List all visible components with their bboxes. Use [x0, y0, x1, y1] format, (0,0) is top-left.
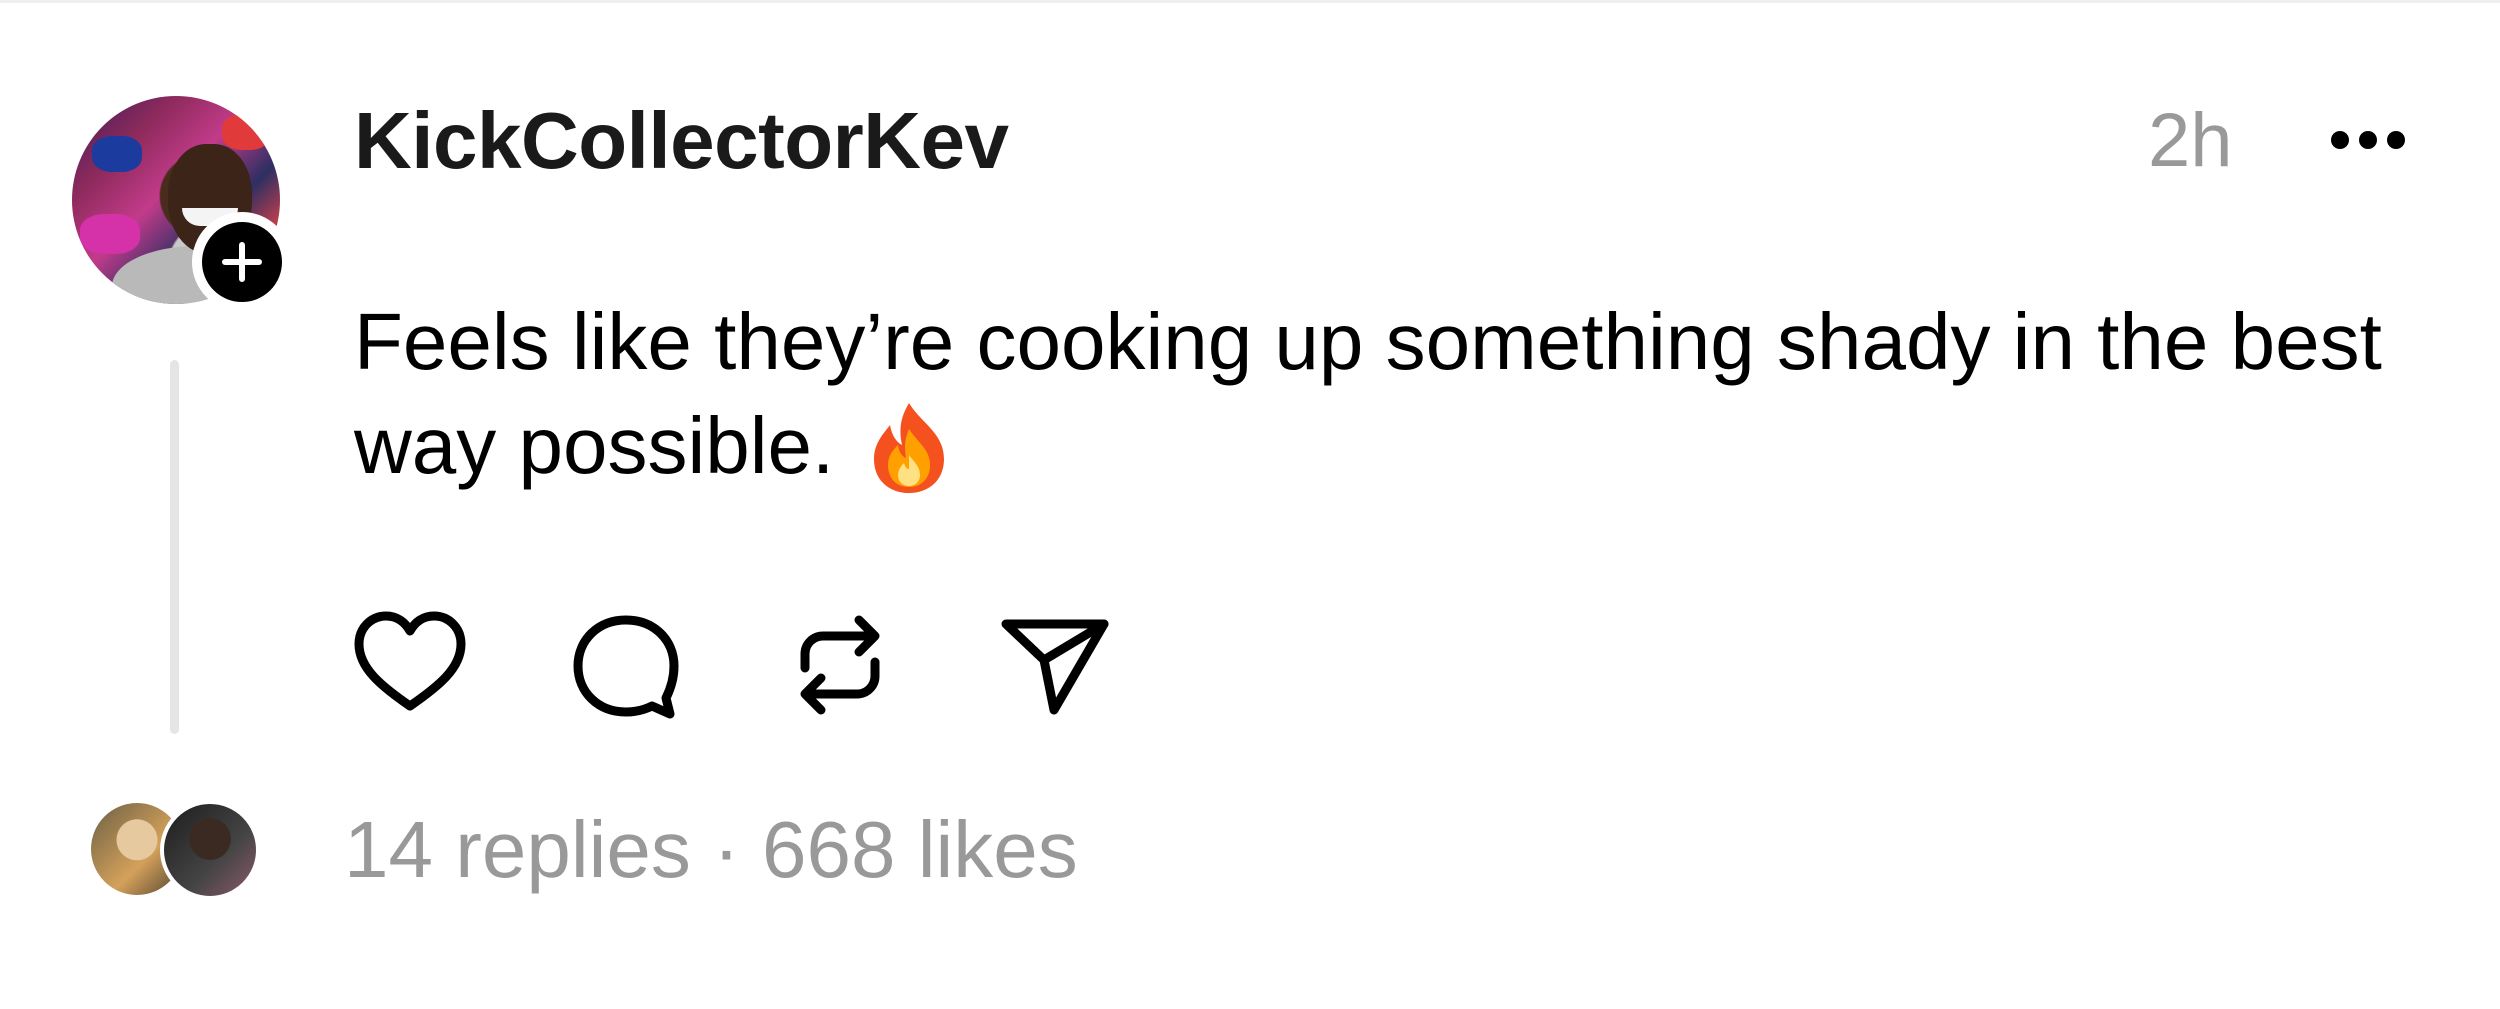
send-icon — [1001, 619, 1109, 715]
avatar-detail — [92, 136, 142, 172]
post-stats[interactable]: 14 replies · 668 likes — [344, 800, 1078, 900]
author-avatar-container[interactable] — [72, 96, 292, 312]
top-divider — [0, 0, 2500, 3]
share-button[interactable] — [995, 605, 1115, 725]
username[interactable]: KickCollectorKev — [354, 96, 1009, 186]
stats-separator: · — [713, 805, 740, 894]
thread-post: KickCollectorKev 2h Feels like they’re c… — [0, 0, 2500, 1009]
reply-avatars[interactable] — [88, 800, 268, 900]
post-body: Feels like they’re cooking up something … — [354, 290, 2454, 498]
more-icon — [2331, 131, 2405, 149]
replies-count[interactable]: 14 replies — [344, 805, 691, 894]
follow-button[interactable] — [192, 212, 292, 312]
post-text: Feels like they’re cooking up something … — [354, 297, 2382, 490]
avatar-detail — [222, 114, 270, 150]
fire-emoji-icon — [874, 403, 945, 493]
likes-count[interactable]: 668 likes — [762, 805, 1078, 894]
reply-avatar — [160, 800, 260, 900]
comment-icon — [573, 615, 679, 719]
reply-button[interactable] — [565, 605, 685, 725]
more-button[interactable] — [2318, 110, 2418, 170]
plus-icon — [222, 242, 262, 282]
post-time: 2h — [2148, 98, 2233, 183]
action-bar — [350, 605, 1210, 725]
like-button[interactable] — [350, 605, 470, 725]
repost-icon — [800, 615, 880, 715]
repost-button[interactable] — [780, 605, 900, 725]
avatar-detail — [80, 214, 140, 254]
thread-line — [170, 360, 179, 734]
heart-icon — [354, 611, 466, 711]
